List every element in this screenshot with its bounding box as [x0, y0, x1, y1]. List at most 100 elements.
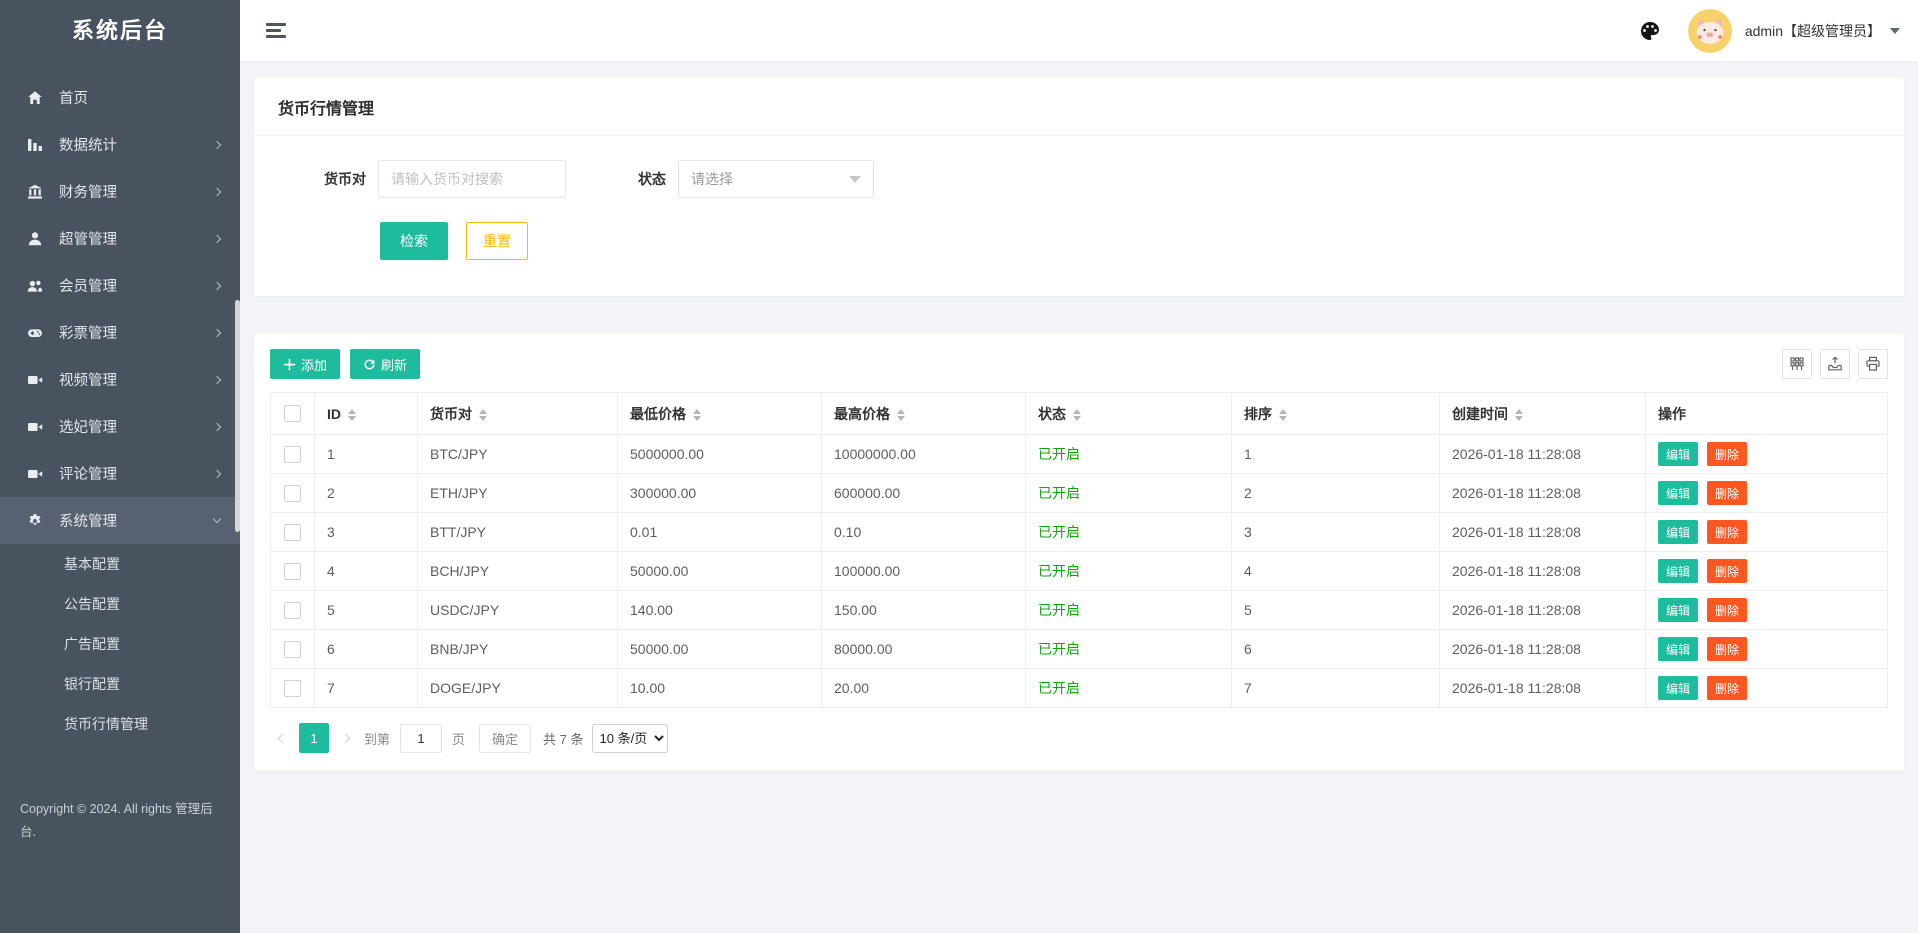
edit-button[interactable]: 编辑 [1658, 637, 1698, 661]
video-camera-icon [26, 465, 44, 483]
chevron-right-icon [213, 328, 221, 336]
pair-label: 货币对 [324, 169, 366, 189]
table-row: 5 USDC/JPY 140.00 150.00 已开启 5 2026-01-1… [271, 591, 1888, 630]
submenu-item-bank-config[interactable]: 银行配置 [0, 664, 240, 704]
edit-button[interactable]: 编辑 [1658, 481, 1698, 505]
row-checkbox[interactable] [284, 641, 301, 658]
sidebar-item-system[interactable]: 系统管理 [0, 497, 240, 544]
prev-page-button[interactable] [270, 735, 295, 742]
pagination: 1 到第 页 确定 共 7 条 10 条/页 [270, 723, 1888, 753]
row-checkbox[interactable] [284, 485, 301, 502]
sidebar-item-lottery[interactable]: 彩票管理 [0, 309, 240, 356]
top-header: admin【超级管理员】 [240, 0, 1918, 62]
status-badge: 已开启 [1026, 669, 1232, 708]
sort-icon [693, 409, 701, 421]
row-checkbox[interactable] [284, 563, 301, 580]
plus-icon [283, 358, 296, 371]
status-badge: 已开启 [1026, 474, 1232, 513]
username-label[interactable]: admin【超级管理员】 [1745, 21, 1881, 41]
chevron-right-icon [213, 281, 221, 289]
status-label: 状态 [638, 169, 666, 189]
edit-button[interactable]: 编辑 [1658, 442, 1698, 466]
col-header-pair[interactable]: 货币对 [418, 393, 618, 435]
goto-confirm-button[interactable]: 确定 [479, 724, 531, 753]
refresh-icon [363, 358, 376, 371]
print-button[interactable] [1858, 349, 1888, 379]
page-label: 页 [452, 729, 465, 748]
filter-columns-button[interactable] [1782, 349, 1812, 379]
video-camera-icon [26, 371, 44, 389]
video-camera-icon [26, 418, 44, 436]
col-header-sort[interactable]: 排序 [1232, 393, 1440, 435]
edit-button[interactable]: 编辑 [1658, 520, 1698, 544]
sidebar-item-admin[interactable]: 超管管理 [0, 215, 240, 262]
table-card: 添加 刷新 [254, 334, 1904, 771]
table-row: 2 ETH/JPY 300000.00 600000.00 已开启 2 2026… [271, 474, 1888, 513]
delete-button[interactable]: 删除 [1707, 481, 1747, 505]
add-button[interactable]: 添加 [270, 349, 340, 379]
chevron-right-icon [213, 375, 221, 383]
col-header-actions: 操作 [1646, 393, 1888, 435]
next-page-button[interactable] [333, 735, 358, 742]
edit-button[interactable]: 编辑 [1658, 559, 1698, 583]
refresh-button[interactable]: 刷新 [350, 349, 420, 379]
edit-button[interactable]: 编辑 [1658, 598, 1698, 622]
status-select-value: 请选择 [691, 169, 733, 189]
pair-search-input[interactable] [378, 160, 566, 198]
submenu-item-notice-config[interactable]: 公告配置 [0, 584, 240, 624]
status-badge: 已开启 [1026, 513, 1232, 552]
col-header-status[interactable]: 状态 [1026, 393, 1232, 435]
table-row: 6 BNB/JPY 50000.00 80000.00 已开启 6 2026-0… [271, 630, 1888, 669]
sort-icon [1073, 409, 1081, 421]
user-icon [26, 230, 44, 248]
user-avatar[interactable] [1688, 9, 1732, 53]
page-size-select[interactable]: 10 条/页 [592, 724, 668, 753]
edit-button[interactable]: 编辑 [1658, 676, 1698, 700]
theme-palette-icon[interactable] [1638, 19, 1662, 43]
page-title: 货币行情管理 [254, 78, 1904, 136]
sort-icon [479, 409, 487, 421]
gamepad-icon [26, 324, 44, 342]
row-checkbox[interactable] [284, 446, 301, 463]
copyright-text: Copyright © 2024. All rights 管理后台. [0, 798, 240, 844]
sidebar-item-video[interactable]: 视频管理 [0, 356, 240, 403]
status-select[interactable]: 请选择 [678, 160, 874, 198]
col-header-created[interactable]: 创建时间 [1440, 393, 1646, 435]
sidebar-item-comments[interactable]: 评论管理 [0, 450, 240, 497]
menu-toggle-icon[interactable] [266, 23, 286, 38]
row-checkbox[interactable] [284, 524, 301, 541]
col-header-max[interactable]: 最高价格 [822, 393, 1026, 435]
submenu-item-ad-config[interactable]: 广告配置 [0, 624, 240, 664]
delete-button[interactable]: 删除 [1707, 598, 1747, 622]
row-checkbox[interactable] [284, 680, 301, 697]
sidebar-item-home[interactable]: 首页 [0, 74, 240, 121]
row-checkbox[interactable] [284, 602, 301, 619]
delete-button[interactable]: 删除 [1707, 559, 1747, 583]
export-button[interactable] [1820, 349, 1850, 379]
sidebar-scrollbar[interactable] [235, 300, 240, 532]
col-header-id[interactable]: ID [315, 393, 418, 435]
app-logo: 系统后台 [0, 0, 240, 62]
status-badge: 已开启 [1026, 435, 1232, 474]
gear-icon [26, 512, 44, 530]
table-row: 7 DOGE/JPY 10.00 20.00 已开启 7 2026-01-18 … [271, 669, 1888, 708]
submenu-item-currency-market[interactable]: 货币行情管理 [0, 704, 240, 744]
sidebar-item-members[interactable]: 会员管理 [0, 262, 240, 309]
sidebar-item-consort[interactable]: 选妃管理 [0, 403, 240, 450]
export-icon [1827, 356, 1843, 372]
chevron-right-icon [213, 140, 221, 148]
goto-page-input[interactable] [400, 724, 442, 753]
delete-button[interactable]: 删除 [1707, 676, 1747, 700]
delete-button[interactable]: 删除 [1707, 520, 1747, 544]
current-page-button[interactable]: 1 [299, 723, 329, 753]
submenu-item-basic-config[interactable]: 基本配置 [0, 544, 240, 584]
select-all-checkbox[interactable] [284, 405, 301, 422]
delete-button[interactable]: 删除 [1707, 637, 1747, 661]
user-dropdown-caret-icon[interactable] [1890, 28, 1900, 34]
delete-button[interactable]: 删除 [1707, 442, 1747, 466]
sidebar-item-stats[interactable]: 数据统计 [0, 121, 240, 168]
col-header-min[interactable]: 最低价格 [618, 393, 822, 435]
search-button[interactable]: 检索 [380, 222, 448, 260]
reset-button[interactable]: 重置 [466, 222, 528, 260]
sidebar-item-finance[interactable]: 财务管理 [0, 168, 240, 215]
